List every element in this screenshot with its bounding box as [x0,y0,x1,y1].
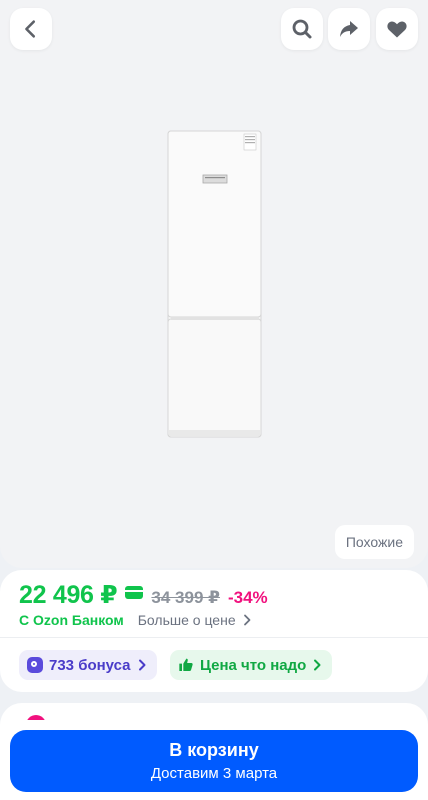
discount-badge: -34% [227,588,268,607]
chevron-left-icon [25,20,36,38]
chevron-right-icon [138,659,146,671]
current-price: 22 496 ₽ [19,581,118,609]
more-about-price-label: Больше о цене [137,612,236,628]
delivery-date-label: Доставим 3 марта [150,765,278,782]
bonus-icon [27,657,43,673]
price-row[interactable]: 22 496 ₽ 34 399 ₽ -34% [19,580,268,610]
good-price-label: Цена что надо [200,656,307,674]
old-price: 34 399 ₽ [151,588,220,607]
heart-icon [387,21,407,38]
bank-row: С Ozon Банком Больше о цене [19,612,252,628]
add-to-cart-label: В корзину [169,740,259,760]
divider [0,637,428,638]
good-price-chip[interactable]: Цена что надо [170,650,333,680]
ozon-bank-label: С Ozon Банком [19,612,124,628]
product-image[interactable] [167,130,262,438]
search-icon [292,19,312,39]
more-about-price-link[interactable]: Больше о цене [138,612,252,628]
bank-card-icon [125,586,144,599]
thumbs-up-icon [179,658,193,671]
bonus-chip[interactable]: 733 бонуса [19,650,157,680]
similar-button[interactable]: Похожие [334,525,414,559]
search-button[interactable] [281,8,323,50]
product-gallery[interactable]: Похожие [0,0,428,568]
back-button[interactable] [10,8,52,50]
chevron-right-icon [243,614,251,626]
share-button[interactable] [328,8,370,50]
bonus-label: 733 бонуса [49,656,131,674]
chevron-right-icon [314,659,321,671]
favorite-button[interactable] [376,8,418,50]
share-icon [340,21,358,37]
add-to-cart-button[interactable]: В корзину Доставим 3 марта [10,730,418,792]
